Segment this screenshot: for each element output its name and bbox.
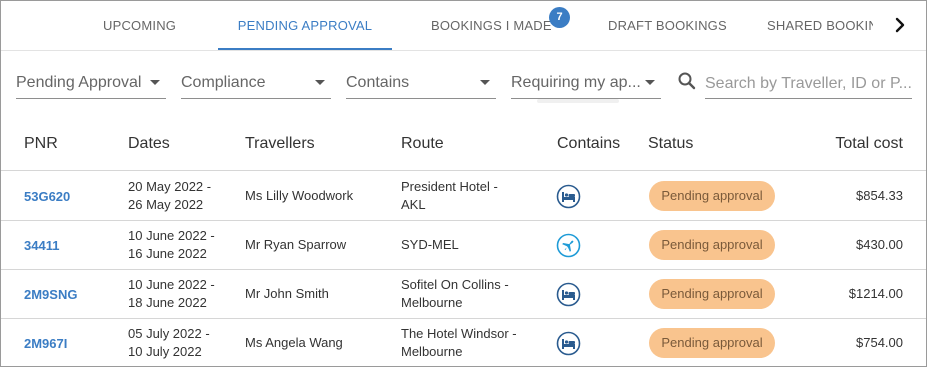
- tab-pending-approval[interactable]: PENDING APPROVAL: [218, 1, 392, 50]
- search-input[interactable]: [705, 67, 912, 99]
- header-dates[interactable]: Dates: [128, 135, 170, 153]
- tab-shared-bookings[interactable]: SHARED BOOKINGS: [767, 1, 873, 51]
- contains-filter-select[interactable]: Contains: [346, 67, 496, 99]
- dropdown-caret-icon: [480, 80, 490, 85]
- chevron-right-icon[interactable]: [889, 14, 911, 36]
- compliance-filter-value: Compliance: [181, 74, 266, 91]
- pnr-link[interactable]: 53G620: [24, 188, 70, 206]
- traveller-name: Mr John Smith: [245, 286, 329, 301]
- total-cost: $754.00: [856, 335, 903, 350]
- status-badge: Pending approval: [649, 181, 775, 211]
- table-row[interactable]: 2M9SNG 10 June 2022 - 18 June 2022 Mr Jo…: [1, 270, 926, 319]
- date-range-end: 26 May 2022: [128, 197, 204, 212]
- compliance-filter-select[interactable]: Compliance: [181, 67, 331, 99]
- bookings-count-badge: 7: [549, 7, 570, 28]
- date-range-start: 10 June 2022 -: [128, 228, 215, 243]
- bookings-panel: UPCOMING PENDING APPROVAL BOOKINGS I MAD…: [0, 0, 927, 367]
- table-row[interactable]: 34411 10 June 2022 - 16 June 2022 Mr Rya…: [1, 221, 926, 270]
- requiring-filter-select[interactable]: Requiring my ap...: [511, 67, 661, 99]
- date-range-end: 10 July 2022: [128, 344, 202, 359]
- hotel-icon: [556, 331, 581, 356]
- status-filter-value: Pending Approval: [16, 74, 142, 91]
- status-badge: Pending approval: [649, 328, 775, 358]
- traveller-name: Mr Ryan Sparrow: [245, 237, 347, 252]
- route-line-1: Sofitel On Collins -: [401, 277, 509, 292]
- table-row[interactable]: 2M967I 05 July 2022 - 10 July 2022 Ms An…: [1, 319, 926, 366]
- header-travellers[interactable]: Travellers: [245, 135, 315, 153]
- total-cost: $430.00: [856, 237, 903, 252]
- search-box: [677, 67, 912, 99]
- pnr-link[interactable]: 34411: [24, 237, 59, 255]
- tab-upcoming[interactable]: UPCOMING: [103, 1, 176, 51]
- tab-draft-bookings[interactable]: DRAFT BOOKINGS: [608, 1, 727, 51]
- date-range-end: 16 June 2022: [128, 246, 207, 261]
- traveller-name: Ms Lilly Woodwork: [245, 188, 354, 203]
- header-route[interactable]: Route: [401, 135, 444, 153]
- hotel-icon: [556, 282, 581, 307]
- date-range-end: 18 June 2022: [128, 295, 207, 310]
- tab-bookings-i-made[interactable]: BOOKINGS I MADE: [431, 1, 552, 51]
- contains-filter-value: Contains: [346, 74, 410, 91]
- route-line-1: President Hotel -: [401, 179, 498, 194]
- pnr-link[interactable]: 2M967I: [24, 335, 67, 353]
- tooltip-ghost: [537, 99, 619, 103]
- route-line-2: AKL: [401, 197, 426, 212]
- date-range-start: 05 July 2022 -: [128, 326, 210, 341]
- header-status[interactable]: Status: [648, 135, 693, 153]
- date-range-start: 20 May 2022 -: [128, 179, 212, 194]
- dropdown-caret-icon: [150, 80, 160, 85]
- dropdown-caret-icon: [315, 80, 325, 85]
- table-header: PNR Dates Travellers Route Contains Stat…: [1, 119, 926, 171]
- header-pnr[interactable]: PNR: [24, 135, 58, 153]
- flight-icon: [556, 233, 581, 258]
- tab-bar: UPCOMING PENDING APPROVAL BOOKINGS I MAD…: [1, 1, 926, 51]
- route-line-2: Melbourne: [401, 295, 463, 310]
- header-total-cost[interactable]: Total cost: [835, 135, 903, 153]
- status-badge: Pending approval: [649, 279, 775, 309]
- status-filter-select[interactable]: Pending Approval: [16, 67, 166, 99]
- hotel-icon: [556, 184, 581, 209]
- search-icon: [677, 71, 697, 91]
- route-line-1: SYD-MEL: [401, 237, 459, 252]
- dropdown-caret-icon: [645, 80, 655, 85]
- total-cost: $1214.00: [848, 286, 903, 301]
- traveller-name: Ms Angela Wang: [245, 335, 343, 350]
- table-row[interactable]: 53G620 20 May 2022 - 26 May 2022 Ms Lill…: [1, 172, 926, 221]
- route-line-2: Melbourne: [401, 344, 463, 359]
- total-cost: $854.33: [856, 188, 903, 203]
- header-contains[interactable]: Contains: [557, 135, 620, 153]
- route-line-1: The Hotel Windsor -: [401, 326, 517, 341]
- status-badge: Pending approval: [649, 230, 775, 260]
- requiring-filter-value: Requiring my ap...: [511, 74, 641, 91]
- pnr-link[interactable]: 2M9SNG: [24, 286, 77, 304]
- date-range-start: 10 June 2022 -: [128, 277, 215, 292]
